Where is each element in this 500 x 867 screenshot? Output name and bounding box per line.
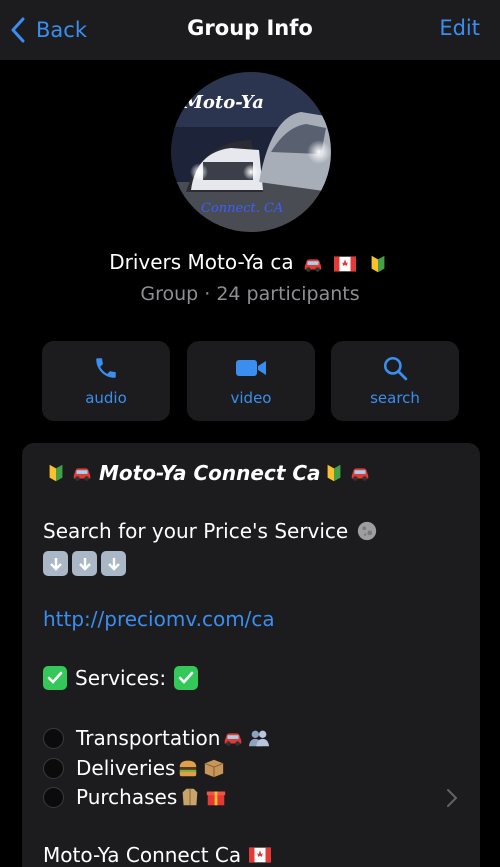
beginner-emoji-icon (371, 255, 385, 272)
edit-button[interactable]: Edit (439, 16, 480, 40)
car-emoji-icon (304, 258, 322, 272)
page-title: Group Info (187, 16, 313, 40)
avatar-logo-text: Moto-Ya (182, 92, 264, 113)
video-call-button[interactable]: video (187, 341, 315, 421)
service-item: Deliveries (43, 756, 227, 780)
coat-emoji-icon (182, 788, 198, 806)
description-footer: Moto-Ya Connect Ca (43, 843, 273, 867)
people-emoji-icon (249, 730, 270, 747)
search-service-text: Search for your Price's Service (43, 519, 380, 543)
service-deliveries: Deliveries (76, 756, 176, 780)
avatar-logo-subtext: Connect. CA (201, 201, 283, 216)
video-camera-icon (236, 360, 266, 376)
checkmark-icon (43, 666, 67, 690)
down-arrow-icon (101, 551, 126, 576)
service-item: Purchases (43, 785, 229, 809)
service-purchases: Purchases (76, 785, 178, 809)
service-item: Transportation (43, 726, 272, 750)
group-description[interactable]: Moto-Ya Connect Ca Search for your Price… (22, 443, 480, 867)
beginner-emoji-icon (327, 464, 340, 482)
canada-flag-icon (334, 256, 357, 271)
moon-emoji-icon (358, 521, 377, 541)
black-circle-icon (43, 727, 64, 749)
car-emoji-icon (225, 733, 242, 746)
service-transportation: Transportation (76, 726, 221, 750)
description-footer-text: Moto-Ya Connect Ca (43, 843, 242, 867)
magnifier-icon (383, 356, 408, 381)
phone-icon (96, 358, 116, 378)
burger-emoji-icon (180, 760, 197, 777)
car-emoji-icon (73, 468, 91, 481)
checkmark-icon (174, 666, 199, 690)
description-heading-text: Moto-Ya Connect Ca (99, 461, 321, 485)
services-label: Services: (75, 666, 167, 690)
participants-count: Group · 24 participants (140, 283, 360, 305)
audio-call-button[interactable]: audio (42, 341, 170, 421)
audio-label: audio (85, 389, 127, 407)
search-service-label: Search for your Price's Service (43, 519, 349, 543)
group-name: Drivers Moto-Ya ca (0, 250, 500, 275)
black-circle-icon (43, 786, 64, 808)
group-avatar[interactable]: Moto-Ya Connect. CA (171, 72, 331, 232)
black-circle-icon (43, 757, 64, 779)
down-arrows (43, 551, 130, 576)
down-arrow-icon (72, 551, 97, 576)
down-arrow-icon (43, 551, 68, 576)
services-heading: Services: (43, 666, 199, 690)
search-label: search (370, 389, 420, 407)
car-emoji-icon (351, 468, 368, 481)
video-label: video (230, 389, 272, 407)
chevron-right-icon[interactable] (446, 788, 458, 808)
package-emoji-icon (205, 759, 224, 778)
navigation-bar: Back Group Info Edit (0, 0, 500, 60)
group-name-text: Drivers Moto-Ya ca (109, 250, 294, 274)
beginner-emoji-icon (49, 464, 63, 482)
canada-flag-icon (249, 847, 272, 863)
website-link[interactable]: http://preciomv.com/ca (43, 607, 275, 631)
search-button[interactable]: search (331, 341, 459, 421)
description-heading: Moto-Ya Connect Ca (43, 461, 373, 485)
gift-emoji-icon (207, 791, 226, 806)
